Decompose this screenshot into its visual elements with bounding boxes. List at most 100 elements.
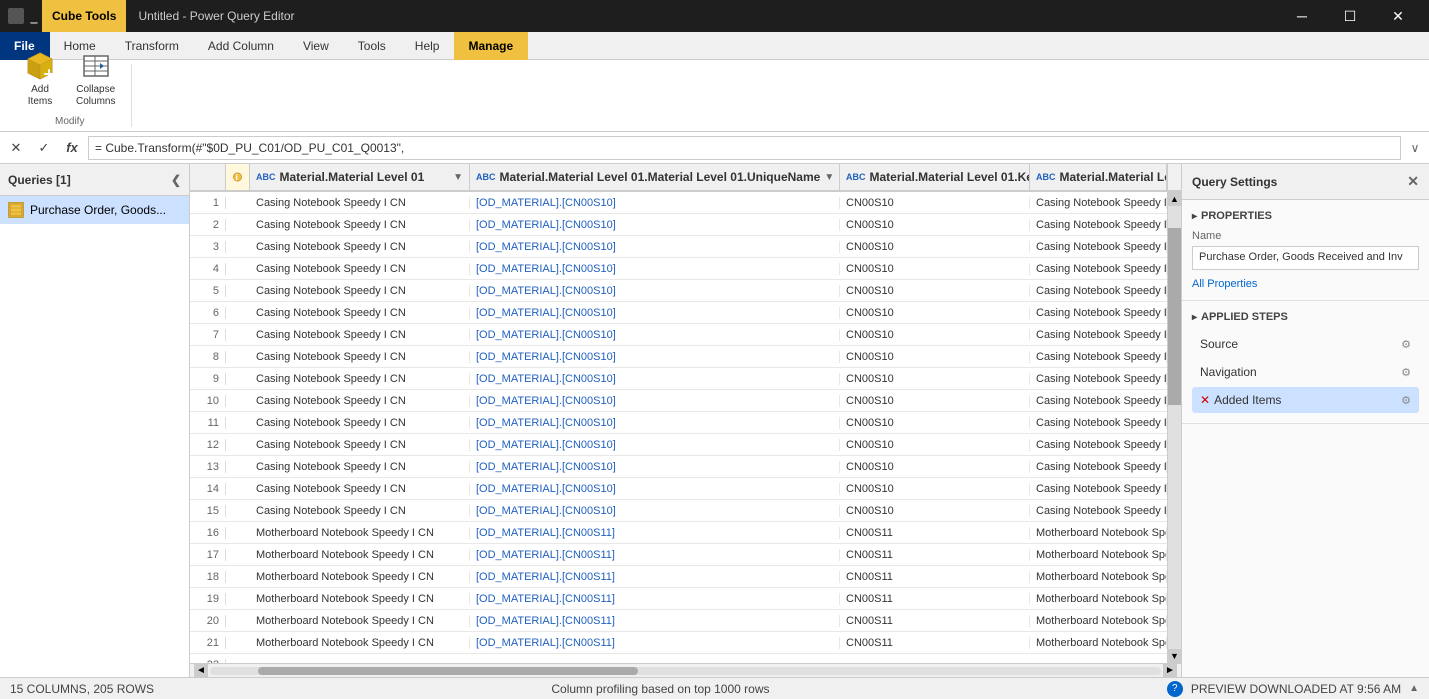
applied-steps-title: APPLIED STEPS [1192,311,1419,323]
cell-col4: Casing Notebook Speedy I CN [1030,461,1167,473]
scroll-thumb-horizontal[interactable] [258,667,638,675]
close-button[interactable]: ✕ [1375,0,1421,32]
table-row[interactable]: 5 Casing Notebook Speedy I CN [OD_MATERI… [190,280,1167,302]
minimize-button[interactable]: ─ [1279,0,1325,32]
cell-col1: Casing Notebook Speedy I CN [250,329,470,341]
table-row[interactable]: 11 Casing Notebook Speedy I CN [OD_MATER… [190,412,1167,434]
queries-collapse-button[interactable]: ❮ [171,173,181,187]
table-row[interactable]: 19 Motherboard Notebook Speedy I CN [OD_… [190,588,1167,610]
table-row[interactable]: 10 Casing Notebook Speedy I CN [OD_MATER… [190,390,1167,412]
table-row[interactable]: 22 [190,654,1167,663]
table-row[interactable]: 15 Casing Notebook Speedy I CN [OD_MATER… [190,500,1167,522]
save-icon[interactable] [8,8,24,24]
formula-cancel-button[interactable]: ✕ [4,136,28,160]
tab-help[interactable]: Help [401,32,455,60]
scroll-thumb-vertical[interactable] [1168,228,1181,405]
col-header-4[interactable]: ABC Material.Material Level 01.M ▼ [1030,164,1167,190]
tab-manage[interactable]: Manage [454,32,528,60]
table-row[interactable]: 3 Casing Notebook Speedy I CN [OD_MATERI… [190,236,1167,258]
table-row[interactable]: 6 Casing Notebook Speedy I CN [OD_MATERI… [190,302,1167,324]
cell-col2: [OD_MATERIAL].[CN00S10] [470,417,840,429]
all-properties-link[interactable]: All Properties [1192,278,1257,290]
scroll-down-button[interactable]: ▼ [1168,649,1181,663]
cell-col1: Casing Notebook Speedy I CN [250,417,470,429]
formula-input[interactable] [88,136,1401,160]
col-filter-1[interactable]: ▼ [453,172,463,183]
table-row[interactable]: 12 Casing Notebook Speedy I CN [OD_MATER… [190,434,1167,456]
cell-col3: CN00S10 [840,395,1030,407]
status-help-icon[interactable]: ? [1167,681,1183,697]
table-row[interactable]: 4 Casing Notebook Speedy I CN [OD_MATERI… [190,258,1167,280]
vertical-scrollbar[interactable]: ▲ ▼ [1167,192,1181,663]
col-header-label-1: Material.Material Level 01 [280,170,425,184]
cell-col4: Casing Notebook Speedy I CN [1030,439,1167,451]
cell-col2: [OD_MATERIAL].[CN00S10] [470,461,840,473]
applied-step-source[interactable]: Source⚙ [1192,331,1419,357]
cell-col4: Casing Notebook Speedy I CN [1030,395,1167,407]
col-header-status: i [226,164,250,190]
cell-col4: Casing Notebook Speedy I CN [1030,241,1167,253]
table-row[interactable]: 8 Casing Notebook Speedy I CN [OD_MATERI… [190,346,1167,368]
table-row[interactable]: 7 Casing Notebook Speedy I CN [OD_MATERI… [190,324,1167,346]
cell-col3: CN00S10 [840,483,1030,495]
query-item-label: Purchase Order, Goods... [30,203,166,217]
col-header-2[interactable]: ABC Material.Material Level 01.Material … [470,164,840,190]
cell-col2: [OD_MATERIAL].[CN00S11] [470,615,840,627]
settings-close-button[interactable]: ✕ [1407,173,1419,190]
table-row[interactable]: 1 Casing Notebook Speedy I CN [OD_MATERI… [190,192,1167,214]
table-row[interactable]: 17 Motherboard Notebook Speedy I CN [OD_… [190,544,1167,566]
step-gear-added-items[interactable]: ⚙ [1401,394,1411,407]
col-header-1[interactable]: ABC Material.Material Level 01 ▼ [250,164,470,190]
scroll-up-button[interactable]: ▲ [1168,192,1181,206]
name-value[interactable]: Purchase Order, Goods Received and Inv [1192,246,1419,270]
status-up-icon: ▲ [1409,683,1419,694]
grid-main-area: 1 Casing Notebook Speedy I CN [OD_MATERI… [190,192,1181,663]
query-item[interactable]: Purchase Order, Goods... [0,196,189,224]
col-filter-2[interactable]: ▼ [824,172,834,183]
table-row[interactable]: 16 Motherboard Notebook Speedy I CN [OD_… [190,522,1167,544]
tab-view[interactable]: View [289,32,344,60]
undo-icon[interactable] [30,8,38,24]
cell-col1: Casing Notebook Speedy I CN [250,307,470,319]
add-items-button[interactable]: AddItems [16,46,64,112]
table-row[interactable]: 21 Motherboard Notebook Speedy I CN [OD_… [190,632,1167,654]
formula-bar: ✕ ✓ fx ∨ [0,132,1429,164]
step-gear-navigation[interactable]: ⚙ [1401,366,1411,379]
formula-expand-button[interactable]: ∨ [1405,136,1425,160]
settings-header: Query Settings ✕ [1182,164,1429,200]
cell-col2: [OD_MATERIAL].[CN00S10] [470,439,840,451]
row-number: 10 [190,395,226,407]
table-row[interactable]: 2 Casing Notebook Speedy I CN [OD_MATERI… [190,214,1167,236]
table-row[interactable]: 20 Motherboard Notebook Speedy I CN [OD_… [190,610,1167,632]
row-num-header [190,164,226,190]
scroll-right-button[interactable]: ► [1163,664,1177,678]
tab-tools[interactable]: Tools [344,32,401,60]
table-row[interactable]: 18 Motherboard Notebook Speedy I CN [OD_… [190,566,1167,588]
cell-col1: Motherboard Notebook Speedy I CN [250,593,470,605]
scroll-track-vertical[interactable] [1168,206,1181,649]
cell-col2: [OD_MATERIAL].[CN00S10] [470,219,840,231]
applied-step-navigation[interactable]: Navigation⚙ [1192,359,1419,385]
collapse-columns-button[interactable]: CollapseColumns [68,46,123,112]
table-row[interactable]: 14 Casing Notebook Speedy I CN [OD_MATER… [190,478,1167,500]
horizontal-scrollbar[interactable]: ◄ ► [190,663,1181,677]
grid-body[interactable]: 1 Casing Notebook Speedy I CN [OD_MATERI… [190,192,1167,663]
col-type-badge-2: ABC [476,172,496,182]
maximize-button[interactable]: ☐ [1327,0,1373,32]
cell-col3: CN00S10 [840,505,1030,517]
tab-add-column[interactable]: Add Column [194,32,289,60]
formula-confirm-button[interactable]: ✓ [32,136,56,160]
step-gear-source[interactable]: ⚙ [1401,338,1411,351]
ribbon-group-modify: AddItems CollapseColumns [8,64,132,127]
col-header-3[interactable]: ABC Material.Material Level 01.Key ▼ [840,164,1030,190]
status-right: ? PREVIEW DOWNLOADED AT 9:56 AM ▲ [1167,681,1419,697]
step-error-icon: ✕ [1200,393,1210,407]
applied-step-added-items[interactable]: ✕Added Items⚙ [1192,387,1419,413]
row-number: 5 [190,285,226,297]
table-row[interactable]: 13 Casing Notebook Speedy I CN [OD_MATER… [190,456,1167,478]
scroll-left-button[interactable]: ◄ [194,664,208,678]
table-row[interactable]: 9 Casing Notebook Speedy I CN [OD_MATERI… [190,368,1167,390]
query-icon [8,202,24,218]
scroll-track-horizontal[interactable] [210,667,1161,675]
formula-fx-button[interactable]: fx [60,136,84,160]
